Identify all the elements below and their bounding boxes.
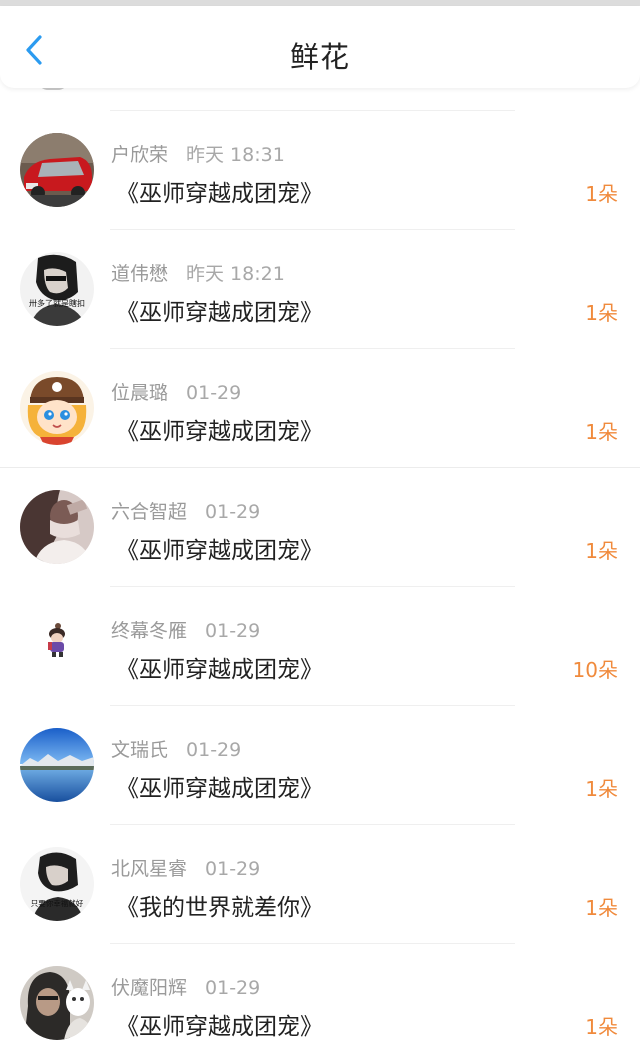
send-time: 昨天 18:31 <box>186 144 285 166</box>
book-title-link[interactable]: 《巫师穿越成团宠》 <box>116 1007 323 1041</box>
send-time: 01-29 <box>186 739 242 761</box>
sender-meta: 六合智超 01-29 <box>111 497 260 524</box>
send-time: 昨天 18:21 <box>186 263 285 285</box>
book-title-link[interactable]: 《巫师穿越成团宠》 <box>116 412 323 446</box>
send-time: 01-29 <box>205 858 261 880</box>
sender-meta: 伏魔阳辉 01-29 <box>111 973 260 1000</box>
sender-meta: 位晨璐 01-29 <box>111 378 241 405</box>
list-item[interactable]: 伏魔阳辉 01-29 《巫师穿越成团宠》 1朵 <box>0 943 640 1062</box>
list-item[interactable]: 户欣荣 昨天 18:31 《巫师穿越成团宠》 1朵 <box>0 110 640 229</box>
list-item[interactable]: 卅多了就是瞎扣 道伟懋 昨天 18:21 《巫师穿越成团宠》 1朵 <box>0 229 640 348</box>
list-item[interactable]: 位晨璐 01-29 《巫师穿越成团宠》 1朵 <box>0 348 640 467</box>
sender-name: 户欣荣 <box>111 144 169 166</box>
flower-count: 1朵 <box>585 777 618 801</box>
list-item[interactable]: 文瑞氏 01-29 《巫师穿越成团宠》 1朵 <box>0 705 640 824</box>
avatar[interactable] <box>20 966 94 1040</box>
flower-count: 1朵 <box>585 182 618 206</box>
avatar[interactable] <box>20 133 94 207</box>
list-item[interactable]: 六合智超 01-29 《巫师穿越成团宠》 1朵 <box>0 467 640 586</box>
sender-name: 六合智超 <box>111 501 188 523</box>
nav-header: 鲜花 <box>0 6 640 88</box>
sender-meta: 文瑞氏 01-29 <box>111 735 241 762</box>
book-title-link[interactable]: 《我的世界就差你》 <box>116 888 323 922</box>
sender-name: 道伟懋 <box>111 263 169 285</box>
flower-count: 1朵 <box>585 539 618 563</box>
book-title-link[interactable]: 《巫师穿越成团宠》 <box>116 293 323 327</box>
avatar[interactable] <box>20 728 94 802</box>
sender-name: 文瑞氏 <box>111 739 169 761</box>
avatar[interactable] <box>20 371 94 445</box>
list-item[interactable]: 终幕冬雁 01-29 《巫师穿越成团宠》 10朵 <box>0 586 640 705</box>
book-title-link[interactable]: 《巫师穿越成团宠》 <box>116 174 323 208</box>
avatar[interactable]: 只要你幸福就好 <box>20 847 94 921</box>
sender-meta: 北风星睿 01-29 <box>111 854 260 881</box>
avatar[interactable] <box>20 490 94 564</box>
sender-name: 北风星睿 <box>111 858 188 880</box>
flower-count: 1朵 <box>585 301 618 325</box>
send-time: 01-29 <box>186 382 242 404</box>
book-title-link[interactable]: 《巫师穿越成团宠》 <box>116 650 323 684</box>
sender-name: 伏魔阳辉 <box>111 977 188 999</box>
send-time: 01-29 <box>205 977 261 999</box>
gift-list: 户欣荣 昨天 18:31 《巫师穿越成团宠》 1朵 卅多了就是瞎扣 道伟懋 昨天 1… <box>0 110 640 1062</box>
sender-name: 终幕冬雁 <box>111 620 188 642</box>
send-time: 01-29 <box>205 501 261 523</box>
send-time: 01-29 <box>205 620 261 642</box>
book-title-link[interactable]: 《巫师穿越成团宠》 <box>116 531 323 565</box>
avatar[interactable] <box>20 609 94 683</box>
flower-count: 1朵 <box>585 1015 618 1039</box>
flower-count: 1朵 <box>585 896 618 920</box>
sender-meta: 终幕冬雁 01-29 <box>111 616 260 643</box>
sender-meta: 户欣荣 昨天 18:31 <box>111 140 285 167</box>
page-title: 鲜花 <box>289 40 350 74</box>
flower-count: 1朵 <box>585 420 618 444</box>
list-item[interactable]: 只要你幸福就好 北风星睿 01-29 《我的世界就差你》 1朵 <box>0 824 640 943</box>
svg-text:只要你幸福就好: 只要你幸福就好 <box>31 898 84 908</box>
book-title-link[interactable]: 《巫师穿越成团宠》 <box>116 769 323 803</box>
sender-meta: 道伟懋 昨天 18:21 <box>111 259 285 286</box>
svg-text:卅多了就是瞎扣: 卅多了就是瞎扣 <box>29 298 85 308</box>
sender-name: 位晨璐 <box>111 382 169 404</box>
flower-count: 10朵 <box>572 658 618 682</box>
avatar[interactable]: 卅多了就是瞎扣 <box>20 252 94 326</box>
